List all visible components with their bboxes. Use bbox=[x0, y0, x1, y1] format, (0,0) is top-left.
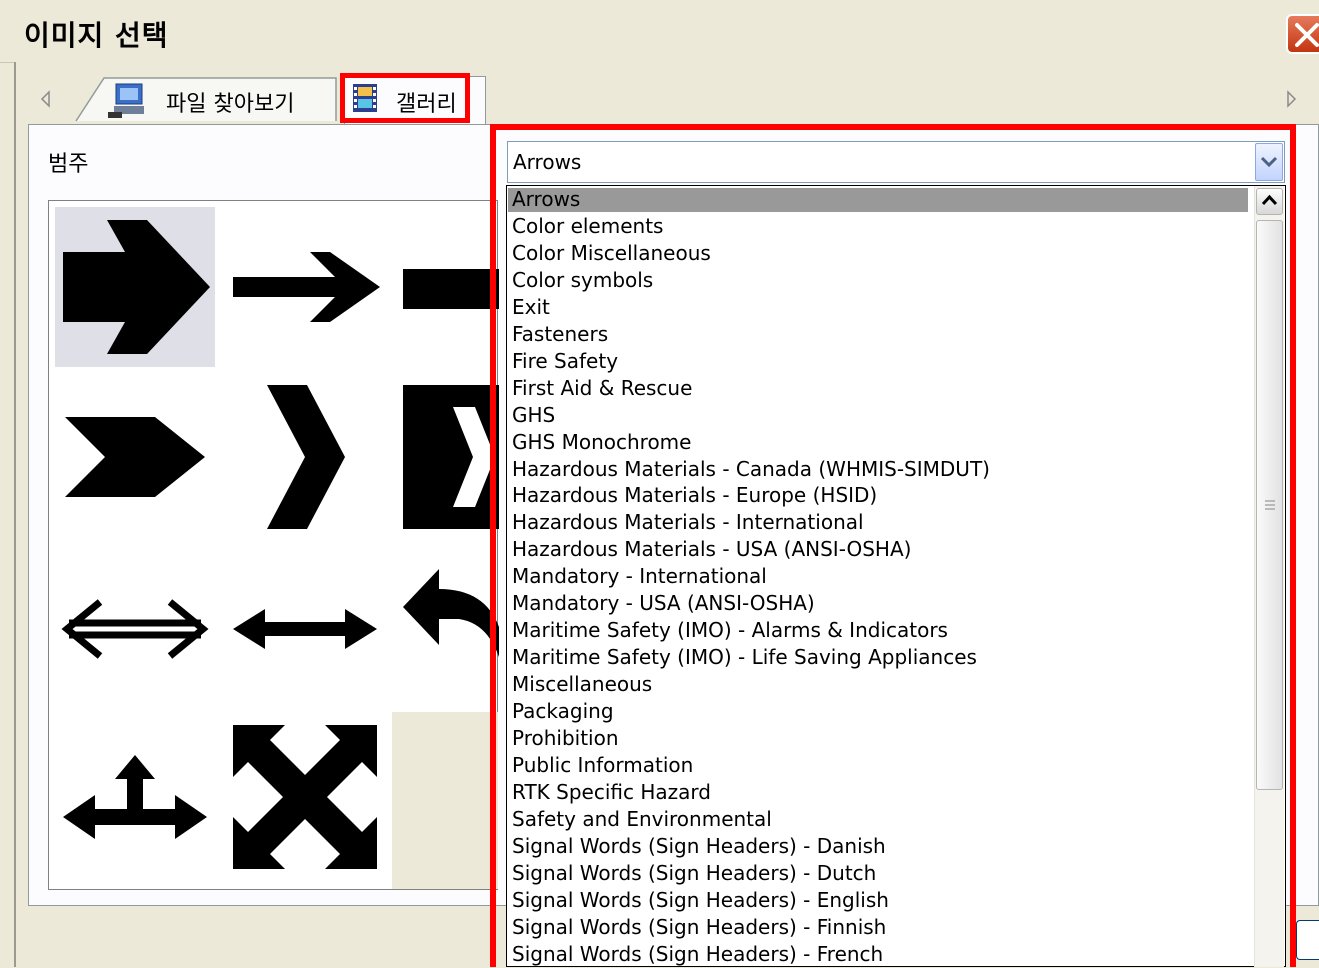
gallery-tab-highlight bbox=[340, 73, 470, 123]
close-button[interactable] bbox=[1286, 14, 1319, 54]
chevron-box-icon bbox=[403, 385, 499, 529]
arrow-right-thin-icon bbox=[233, 252, 380, 322]
gallery-item[interactable] bbox=[55, 207, 215, 367]
dropdown-highlight bbox=[490, 124, 1296, 967]
tee-arrow-icon bbox=[63, 755, 207, 839]
dialog-button[interactable] bbox=[1296, 920, 1319, 960]
gallery-item[interactable] bbox=[225, 207, 385, 367]
double-arrow-icon bbox=[233, 609, 377, 649]
arrow-right-block-icon bbox=[403, 269, 499, 309]
curved-arrow-icon bbox=[403, 569, 499, 657]
four-way-arrow-icon bbox=[233, 725, 377, 869]
gallery-item[interactable] bbox=[55, 377, 215, 537]
gallery-item[interactable] bbox=[55, 717, 215, 877]
gallery-empty-area bbox=[392, 712, 498, 889]
window-title: 이미지 선택 bbox=[24, 19, 169, 52]
gallery-item[interactable] bbox=[55, 547, 215, 707]
tab-scroll-right-icon[interactable] bbox=[1283, 90, 1299, 108]
chevron-arrow-icon bbox=[65, 417, 205, 497]
gallery-item[interactable] bbox=[225, 547, 385, 707]
gallery-item[interactable] bbox=[225, 377, 385, 537]
tab-file-browse-label: 파일 찾아보기 bbox=[166, 92, 295, 117]
close-icon bbox=[1295, 23, 1319, 47]
arrow-right-bold-icon bbox=[63, 220, 210, 354]
tab-scroll-left-icon[interactable] bbox=[38, 90, 54, 108]
double-arrow-outline-icon bbox=[61, 599, 209, 659]
title-bar bbox=[0, 0, 1319, 63]
category-label: 범주 bbox=[48, 152, 89, 177]
gallery-item[interactable] bbox=[225, 717, 385, 877]
chevron-thin-icon bbox=[267, 385, 345, 529]
